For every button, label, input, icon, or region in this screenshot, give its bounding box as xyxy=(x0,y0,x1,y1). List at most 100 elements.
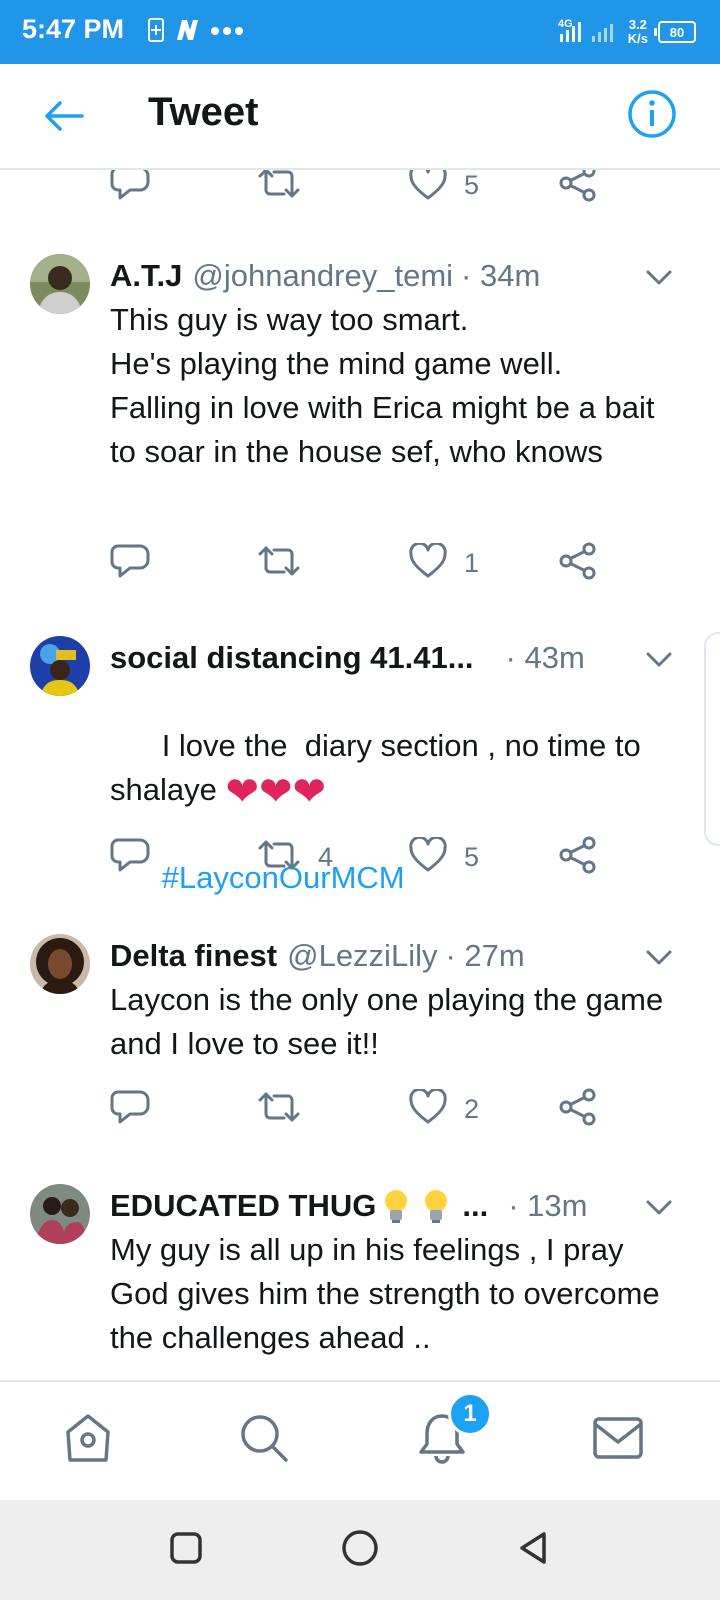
share-button[interactable] xyxy=(558,538,598,588)
reply-content: I love the diary section , no time to sh… xyxy=(110,680,670,944)
reply-actions: 2 xyxy=(110,1084,630,1134)
author-name[interactable]: A.T.J xyxy=(110,258,182,294)
reply-text: My guy is all up in his feelings , I pra… xyxy=(110,1232,669,1355)
share-button[interactable] xyxy=(558,1084,598,1134)
network-speed: 3.2 K/s xyxy=(628,18,648,46)
notification-n-icon xyxy=(174,18,200,47)
battery-icon: 80 xyxy=(654,21,696,43)
heart-outline-icon xyxy=(408,541,448,584)
home-circle-icon xyxy=(340,1528,380,1573)
reply-tweet[interactable]: Delta finest @LezziLily · 27m Laycon is … xyxy=(0,934,720,1174)
search-icon xyxy=(236,1410,292,1471)
speed-unit: K/s xyxy=(627,31,648,46)
chevron-down-icon[interactable] xyxy=(642,260,676,294)
retweet-button[interactable]: 4 xyxy=(256,832,333,882)
share-icon xyxy=(558,835,598,880)
page-title: Tweet xyxy=(148,90,259,134)
like-count: 5 xyxy=(464,170,480,200)
retweet-button[interactable] xyxy=(256,1084,318,1134)
author-name[interactable]: social distancing 41.41... xyxy=(110,640,474,676)
reply-time: · 34m xyxy=(461,258,541,293)
reply-button[interactable] xyxy=(110,832,150,882)
retweet-button[interactable] xyxy=(256,538,318,588)
notification-badge: 1 xyxy=(448,1392,492,1436)
reply-button[interactable] xyxy=(110,538,150,588)
top-tweet-actions: 5 xyxy=(110,170,630,210)
like-count: 1 xyxy=(464,547,480,578)
avatar[interactable] xyxy=(30,934,90,994)
back-system-button[interactable] xyxy=(510,1526,558,1574)
share-button[interactable] xyxy=(558,832,598,882)
retweet-button[interactable] xyxy=(256,170,302,210)
back-button[interactable] xyxy=(40,94,88,142)
share-button[interactable] xyxy=(558,170,598,210)
light-bulb-emoji-icon xyxy=(382,1188,410,1224)
author-name[interactable]: Delta finest xyxy=(110,938,277,974)
reply-text: I love the diary section , no time to sh… xyxy=(110,728,650,807)
author-handle[interactable]: @johnandrey_temi xyxy=(192,258,453,294)
tweet-replies-feed[interactable]: 5 A.T.J @johnandrey_temi · 34m This guy … xyxy=(0,170,720,1380)
author-handle[interactable]: @LezziLily xyxy=(287,938,437,974)
reply-header: social distancing 41.41... · 43m xyxy=(110,636,585,680)
reply-button[interactable] xyxy=(110,170,150,210)
retweet-icon xyxy=(256,544,302,583)
reply-icon xyxy=(110,836,150,879)
home-button[interactable] xyxy=(336,1526,384,1574)
nav-messages[interactable] xyxy=(586,1408,650,1472)
reply-header: EDUCATED THUG ... · 13m xyxy=(110,1184,587,1228)
avatar[interactable] xyxy=(30,254,90,314)
like-button[interactable]: 5 xyxy=(408,832,479,882)
reply-icon xyxy=(110,170,150,207)
chevron-down-icon[interactable] xyxy=(642,642,676,676)
nav-search[interactable] xyxy=(232,1408,296,1472)
reply-actions: 4 5 xyxy=(110,832,630,882)
retweet-icon xyxy=(256,838,302,877)
retweet-icon xyxy=(256,1090,302,1129)
heart-outline-icon xyxy=(408,835,448,878)
chevron-down-icon[interactable] xyxy=(642,940,676,974)
network-label: 4G xyxy=(558,18,573,30)
messages-icon xyxy=(590,1410,646,1471)
retweet-count: 4 xyxy=(318,841,334,872)
back-triangle-icon xyxy=(514,1528,554,1573)
author-name[interactable]: EDUCATED THUG xyxy=(110,1188,376,1224)
reply-icon xyxy=(110,1088,150,1131)
reply-button[interactable] xyxy=(110,1084,150,1134)
app-bar: Tweet xyxy=(0,64,720,170)
heart-outline-icon xyxy=(408,1087,448,1130)
retweet-icon xyxy=(256,170,302,205)
reply-tweet[interactable]: social distancing 41.41... · 43m I love … xyxy=(0,636,720,936)
reply-time: · 27m xyxy=(445,938,525,973)
system-navigation-bar xyxy=(0,1500,720,1600)
chevron-down-icon[interactable] xyxy=(642,1190,676,1224)
reply-text: Laycon is the only one playing the game … xyxy=(110,982,672,1061)
share-icon xyxy=(558,170,598,208)
like-button[interactable]: 1 xyxy=(408,538,479,588)
reply-header: A.T.J @johnandrey_temi · 34m xyxy=(110,254,540,298)
bottom-navigation: 1 xyxy=(0,1380,720,1502)
reply-time: · 13m xyxy=(508,1188,588,1223)
avatar[interactable] xyxy=(30,1184,90,1244)
like-button[interactable]: 5 xyxy=(408,170,479,210)
nav-home[interactable] xyxy=(56,1408,120,1472)
reply-header: Delta finest @LezziLily · 27m xyxy=(110,934,525,978)
recents-button[interactable] xyxy=(162,1526,210,1574)
status-time: 5:47 PM xyxy=(22,14,125,44)
avatar[interactable] xyxy=(30,636,90,696)
reply-icon xyxy=(110,542,150,585)
like-button[interactable]: 2 xyxy=(408,1084,479,1134)
like-count: 2 xyxy=(464,1093,480,1124)
info-button[interactable] xyxy=(626,88,678,140)
red-hearts-emoji: ❤❤❤ xyxy=(225,769,327,814)
share-icon xyxy=(558,541,598,586)
reply-time: · 43m xyxy=(505,640,585,675)
fast-scroll-handle[interactable] xyxy=(704,632,720,846)
like-count: 5 xyxy=(464,841,480,872)
share-icon xyxy=(558,1087,598,1132)
reply-tweet[interactable]: EDUCATED THUG ... · 13m My guy is all up… xyxy=(0,1184,720,1380)
home-icon xyxy=(60,1410,116,1471)
status-left-icons xyxy=(148,17,244,47)
status-right-icons: 4G 3.2 K/s 80 xyxy=(558,14,696,50)
reply-tweet[interactable]: A.T.J @johnandrey_temi · 34m This guy is… xyxy=(0,254,720,614)
light-bulb-emoji-icon xyxy=(422,1188,450,1224)
